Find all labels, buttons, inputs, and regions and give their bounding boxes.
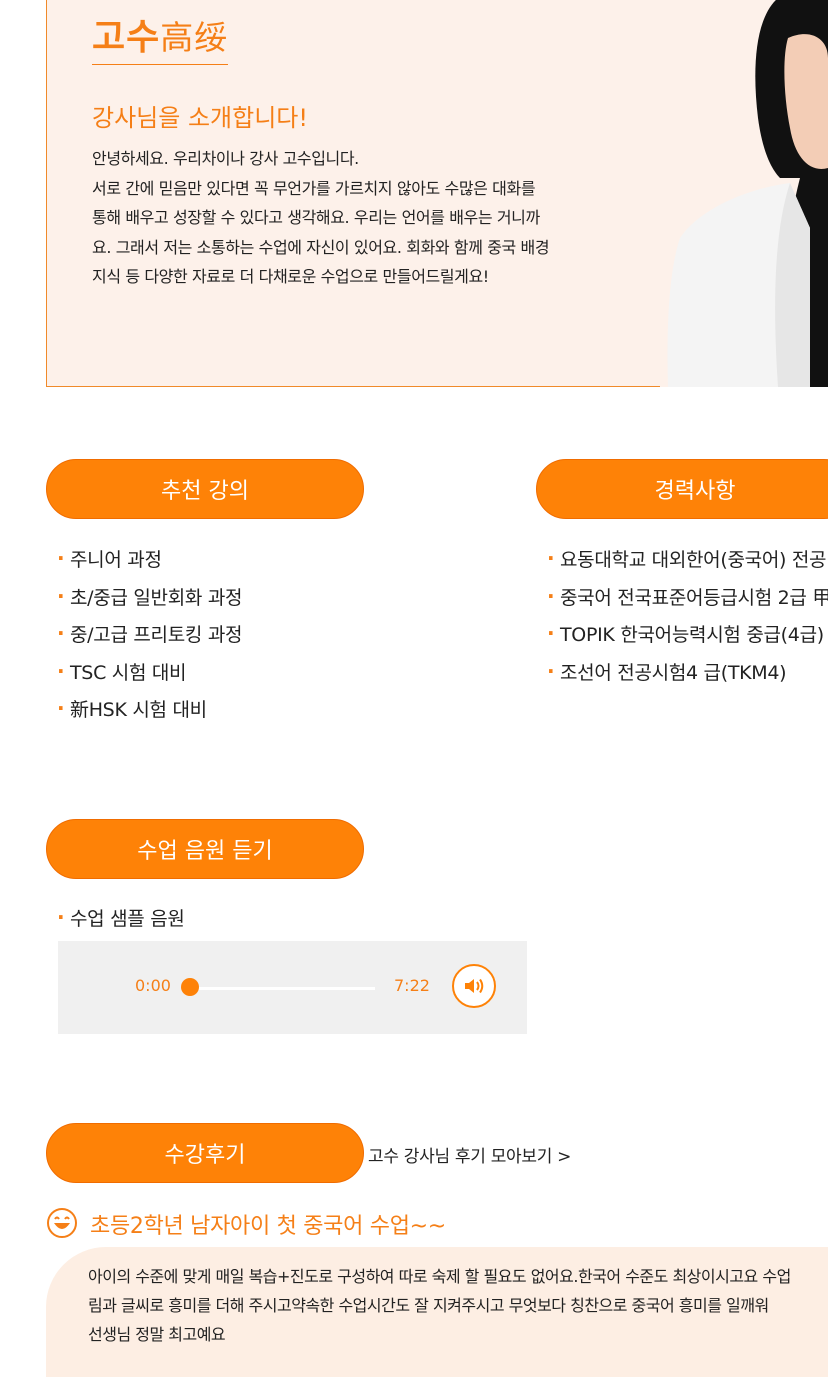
review-line: 림과 글씨로 흥미를 더해 주시고약속한 수업시간도 잘 지켜주시고 무엇보다 … xyxy=(88,1296,769,1315)
list-item: 중국어 전국표준어등급시험 2급 甲 xyxy=(547,578,828,618)
list-item: TSC 시험 대비 xyxy=(57,653,242,693)
list-item: 수업 샘플 음원 xyxy=(57,899,185,939)
progress-track[interactable] xyxy=(190,987,375,990)
list-item: 중/고급 프리토킹 과정 xyxy=(57,615,243,655)
career-header: 경력사항 xyxy=(536,459,828,519)
list-item: 주니어 과정 xyxy=(57,540,242,580)
audio-player: 0:00 7:22 xyxy=(58,941,527,1034)
speaker-icon xyxy=(465,978,484,994)
reviews-header: 수강후기 xyxy=(46,1123,364,1183)
intro-line: 안녕하세요. 우리차이나 강사 고수입니다. xyxy=(92,149,359,168)
intro-line: 요. 그래서 저는 소통하는 수업에 자신이 있어요. 회화와 함께 중국 배경 xyxy=(92,237,550,257)
list-item: 초/중급 일반회화 과정 xyxy=(57,578,243,618)
volume-button[interactable] xyxy=(452,964,496,1008)
teacher-name: 고수高绥 xyxy=(92,8,229,65)
intro-title: 강사님을 소개합니다! xyxy=(92,104,308,132)
list-item: TOPIK 한국어능력시험 중급(4급) xyxy=(547,615,828,655)
current-time: 0:00 xyxy=(135,976,171,995)
list-item: 新HSK 시험 대비 xyxy=(57,690,242,730)
review-title: 초등2학년 남자아이 첫 중국어 수업~~ xyxy=(90,1214,446,1239)
reviews-more-link[interactable]: 고수 강사님 후기 모아보기 > xyxy=(368,1142,571,1167)
audio-header: 수업 음원 듣기 xyxy=(46,819,364,879)
review-line: 아이의 수준에 맞게 매일 복습+진도로 구성하여 따로 숙제 할 필요도 없어… xyxy=(88,1267,791,1286)
intro-line: 통해 배우고 성장할 수 있다고 생각해요. 우리는 언어를 배우는 거니까 xyxy=(92,208,540,227)
teacher-photo xyxy=(660,0,828,387)
audio-list: 수업 샘플 음원 xyxy=(57,899,185,939)
review-text: 아이의 수준에 맞게 매일 복습+진도로 구성하여 따로 숙제 할 필요도 없어… xyxy=(88,1262,828,1349)
duration: 7:22 xyxy=(394,976,430,995)
list-item: 조선어 전공시험4 급(TKM4) xyxy=(547,653,828,693)
review-bubble: 아이의 수준에 맞게 매일 복습+진도로 구성하여 따로 숙제 할 필요도 없어… xyxy=(46,1247,828,1377)
intro-text: 안녕하세요. 우리차이나 강사 고수입니다. 서로 간에 믿음만 있다면 꼭 무… xyxy=(92,144,612,292)
recommended-lectures-header: 추천 강의 xyxy=(46,459,364,519)
list-item: 요동대학교 대외한어(중국어) 전공 xyxy=(547,540,828,580)
intro-line: 서로 간에 믿음만 있다면 꼭 무언가를 가르치지 않아도 수많은 대화를 xyxy=(92,178,536,198)
intro-line: 지식 등 다양한 자료로 더 다채로운 수업으로 만들어드릴게요! xyxy=(92,267,489,286)
review-line: 선생님 정말 최고예요 xyxy=(88,1325,226,1344)
smile-icon xyxy=(47,1208,77,1238)
recommended-list: 주니어 과정 초/중급 일반회화 과정 중/고급 프리토킹 과정 TSC 시험 … xyxy=(57,540,243,730)
career-list: 요동대학교 대외한어(중국어) 전공 중국어 전국표준어등급시험 2급 甲 TO… xyxy=(547,540,828,693)
progress-handle[interactable] xyxy=(181,978,199,996)
